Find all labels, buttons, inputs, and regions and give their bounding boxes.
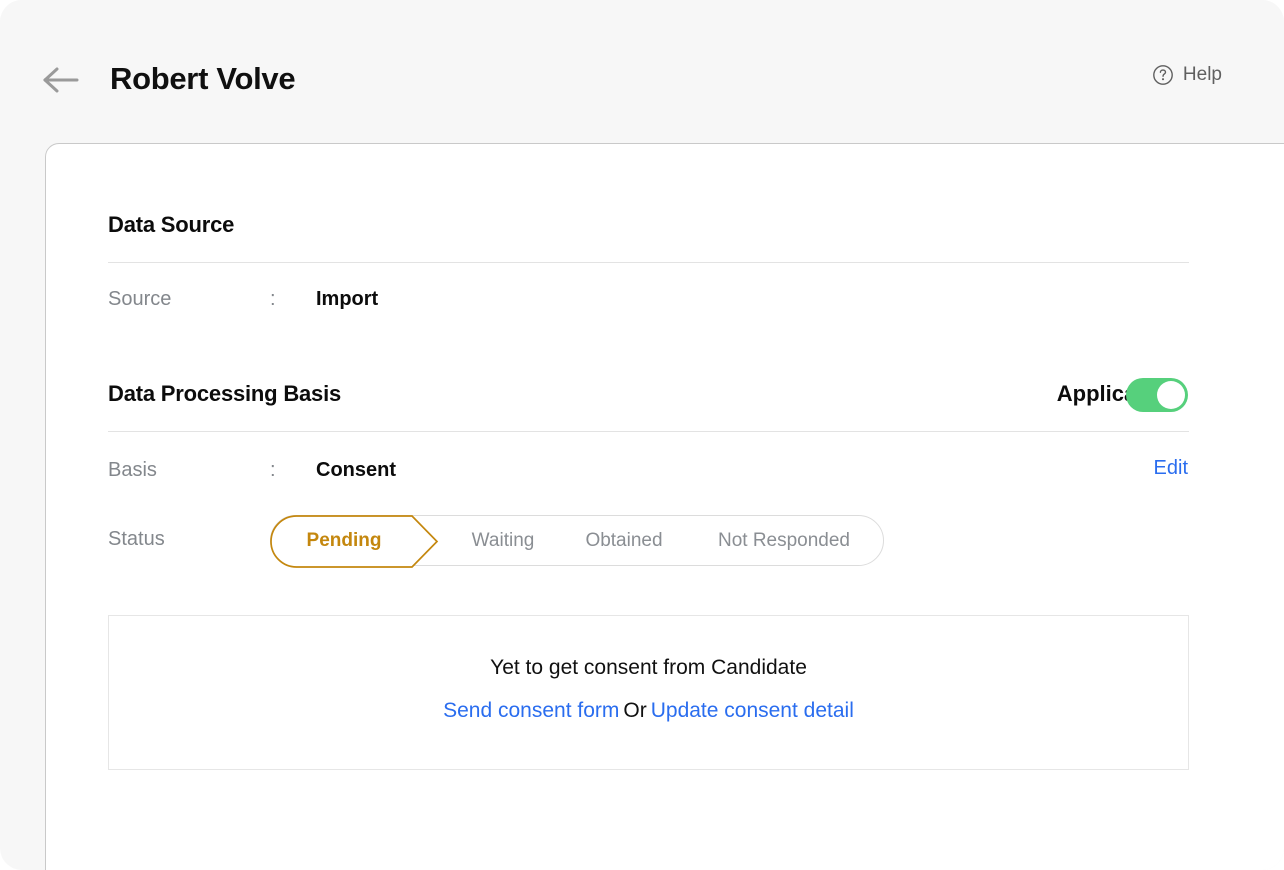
send-consent-form-link[interactable]: Send consent form xyxy=(443,699,619,722)
help-button[interactable]: Help xyxy=(1152,64,1222,86)
help-label: Help xyxy=(1183,64,1222,86)
data-processing-basis-heading: Data Processing Basis xyxy=(108,381,341,407)
step-not-responded[interactable]: Not Responded xyxy=(689,516,879,565)
app-window: Robert Volve Help Data Source Source : I… xyxy=(0,0,1284,870)
step-waiting[interactable]: Waiting xyxy=(447,516,559,565)
step-waiting-label: Waiting xyxy=(472,530,535,551)
step-pending-label: Pending xyxy=(270,515,418,566)
step-pending[interactable]: Pending xyxy=(270,515,438,566)
applicable-toggle[interactable] xyxy=(1126,378,1188,412)
consent-notice-actions: Send consent formOrUpdate consent detail xyxy=(109,699,1188,723)
page-header: Robert Volve Help xyxy=(0,0,1284,140)
source-value: Import xyxy=(316,288,378,311)
question-circle-icon xyxy=(1152,64,1174,86)
step-obtained-label: Obtained xyxy=(585,530,662,551)
basis-label: Basis xyxy=(108,459,157,482)
source-label: Source xyxy=(108,288,171,311)
status-label: Status xyxy=(108,528,165,551)
data-source-heading: Data Source xyxy=(108,212,234,238)
data-source-divider xyxy=(108,262,1189,263)
source-colon: : xyxy=(270,288,276,311)
consent-notice-panel: Yet to get consent from Candidate Send c… xyxy=(108,615,1189,770)
consent-notice-title: Yet to get consent from Candidate xyxy=(109,656,1188,680)
consent-or-separator: Or xyxy=(619,699,650,722)
data-processing-basis-divider xyxy=(108,431,1189,432)
back-arrow-icon[interactable] xyxy=(42,62,80,98)
edit-basis-link[interactable]: Edit xyxy=(1154,457,1188,480)
update-consent-detail-link[interactable]: Update consent detail xyxy=(651,699,854,722)
toggle-knob xyxy=(1157,381,1185,409)
basis-value: Consent xyxy=(316,459,396,482)
step-not-responded-label: Not Responded xyxy=(718,530,850,551)
step-obtained[interactable]: Obtained xyxy=(559,516,689,565)
consent-status-stepper: Pending Waiting Obtained Not Responded xyxy=(270,515,884,566)
page-title: Robert Volve xyxy=(110,58,295,100)
basis-colon: : xyxy=(270,459,276,482)
